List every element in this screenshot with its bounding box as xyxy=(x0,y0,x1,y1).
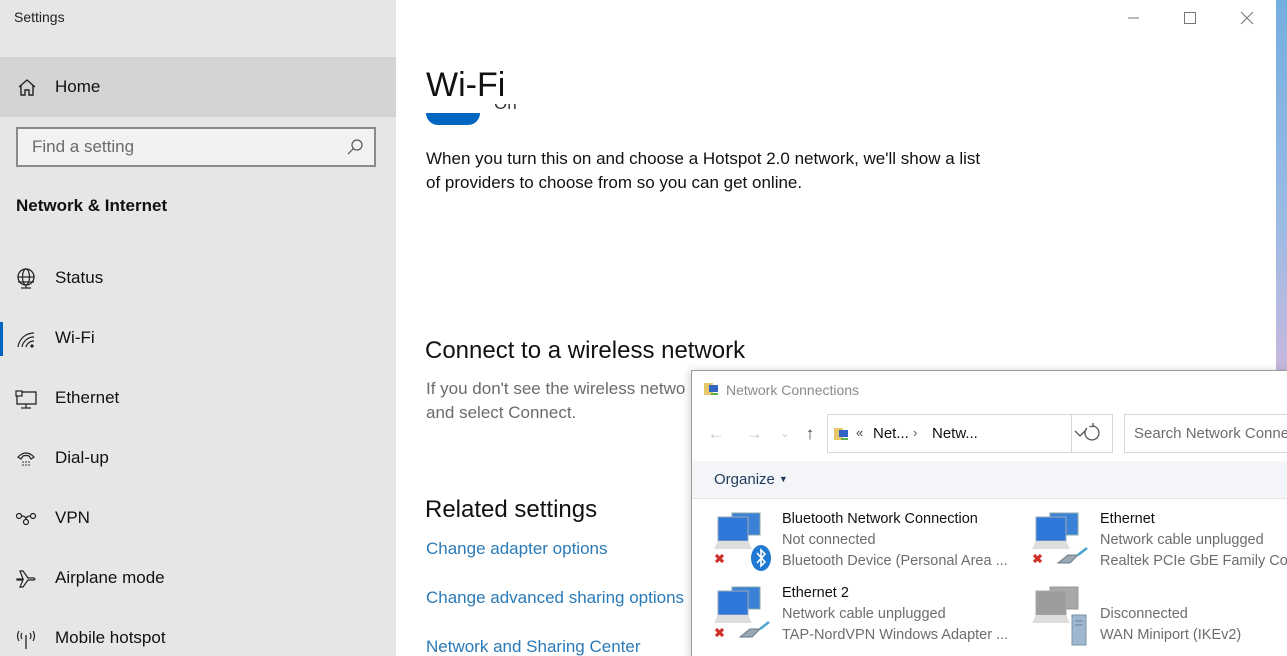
breadcrumb-item[interactable]: Netw... xyxy=(932,425,978,442)
organize-menu-button[interactable]: Organize ▼ xyxy=(714,471,788,488)
chevron-down-icon: ⌄ xyxy=(780,428,790,440)
sidebar-item-vpn[interactable]: VPN xyxy=(0,494,396,544)
arrow-right-icon: → xyxy=(745,424,763,443)
network-sharing-center-link[interactable]: Network and Sharing Center xyxy=(426,637,641,656)
network-adapter-ethernet-icon xyxy=(1032,512,1088,564)
connection-status: Network cable unplugged xyxy=(1100,532,1264,548)
airplane-icon xyxy=(16,570,36,588)
connection-name: Bluetooth Network Connection xyxy=(782,511,978,527)
hotspot-toggle-state: On xyxy=(494,104,517,118)
sidebar-home[interactable]: Home xyxy=(0,57,396,117)
sidebar-item-label: Dial-up xyxy=(55,448,109,467)
breadcrumb-separator-icon[interactable]: › xyxy=(913,425,917,440)
connection-device: Realtek PCIe GbE Family Controller xyxy=(1100,553,1287,569)
sidebar-item-status[interactable]: Status xyxy=(0,254,396,304)
sidebar-item-label: Wi-Fi xyxy=(55,328,95,347)
forward-button[interactable]: → xyxy=(743,423,765,445)
breadcrumb-overflow[interactable]: « xyxy=(856,425,863,440)
minimize-icon xyxy=(1128,17,1139,19)
maximize-button[interactable] xyxy=(1167,4,1213,32)
settings-sidebar: Settings Home Network & Internet xyxy=(0,0,396,656)
hotspot-icon xyxy=(16,630,36,649)
network-adapter-bluetooth-icon xyxy=(714,512,771,571)
change-advanced-sharing-link[interactable]: Change advanced sharing options xyxy=(426,588,684,608)
sidebar-item-wifi[interactable]: Wi-Fi xyxy=(0,314,396,364)
connection-name: Ethernet 2 xyxy=(782,585,849,601)
search-icon[interactable] xyxy=(346,138,364,156)
connection-status: Network cable unplugged xyxy=(782,606,946,622)
sidebar-item-mobile-hotspot[interactable]: Mobile hotspot xyxy=(0,614,396,656)
network-adapter-ethernet-icon xyxy=(714,586,770,638)
network-folder-icon xyxy=(834,428,848,440)
command-bar: Organize ▼ xyxy=(692,461,1287,499)
search-network-connections[interactable] xyxy=(1124,414,1287,453)
wifi-icon xyxy=(17,332,35,348)
recent-locations-button[interactable]: ⌄ xyxy=(774,423,796,445)
sidebar-item-label: VPN xyxy=(55,508,90,527)
connection-name: Ethernet xyxy=(1100,511,1155,527)
screen: Settings Home Network & Internet xyxy=(0,0,1287,656)
app-title: Settings xyxy=(14,9,65,25)
page-title: Wi-Fi xyxy=(426,66,506,104)
change-adapter-options-link[interactable]: Change adapter options xyxy=(426,539,607,559)
sidebar-item-label: Airplane mode xyxy=(55,568,165,587)
hotspot-toggle[interactable] xyxy=(426,113,480,125)
refresh-button[interactable] xyxy=(1071,414,1113,453)
connection-device: Bluetooth Device (Personal Area ... xyxy=(782,553,1008,569)
close-icon xyxy=(1240,11,1254,25)
connection-status: Disconnected xyxy=(1100,606,1188,622)
desktop-background xyxy=(1276,0,1287,370)
home-icon xyxy=(18,79,36,96)
hotspot-description: When you turn this on and choose a Hotsp… xyxy=(426,149,981,192)
up-button[interactable]: ↑ xyxy=(799,423,821,445)
minimize-button[interactable] xyxy=(1110,4,1156,32)
find-setting-input[interactable] xyxy=(18,129,338,165)
section-title: Network & Internet xyxy=(16,196,168,215)
sidebar-item-airplane-mode[interactable]: Airplane mode xyxy=(0,554,396,604)
arrow-up-icon: ↑ xyxy=(805,424,815,443)
search-network-connections-input[interactable] xyxy=(1125,415,1287,452)
network-folder-icon xyxy=(704,383,718,395)
window-title: Network Connections xyxy=(726,382,860,398)
related-settings-heading: Related settings xyxy=(425,496,598,523)
sidebar-item-label: Mobile hotspot xyxy=(55,628,166,647)
sidebar-item-dialup[interactable]: Dial-up xyxy=(0,434,396,484)
find-setting-search[interactable] xyxy=(16,127,376,167)
refresh-icon xyxy=(1084,423,1100,441)
connection-item[interactable]: Disconnected WAN Miniport (IKEv2) xyxy=(1032,585,1287,655)
dialup-phone-icon xyxy=(17,452,35,466)
connection-item[interactable]: Bluetooth Network Connection Not connect… xyxy=(714,511,1014,581)
sidebar-home-label: Home xyxy=(55,77,101,96)
close-button[interactable] xyxy=(1224,4,1270,32)
connection-status: Not connected xyxy=(782,532,876,548)
back-button[interactable]: ← xyxy=(705,423,727,445)
network-adapter-wan-icon xyxy=(1032,586,1087,646)
connection-device: TAP-NordVPN Windows Adapter ... xyxy=(782,627,1009,643)
connect-heading: Connect to a wireless network xyxy=(425,337,746,364)
caret-down-icon: ▼ xyxy=(778,474,788,484)
globe-icon xyxy=(17,268,35,289)
connection-item[interactable]: Ethernet 2 Network cable unplugged TAP-N… xyxy=(714,585,1014,655)
sidebar-item-ethernet[interactable]: Ethernet xyxy=(0,374,396,424)
ethernet-icon xyxy=(15,390,37,409)
arrow-left-icon: ← xyxy=(707,424,725,443)
connection-device: WAN Miniport (IKEv2) xyxy=(1100,627,1242,643)
maximize-icon xyxy=(1184,12,1196,24)
connection-item[interactable]: Ethernet Network cable unplugged Realtek… xyxy=(1032,511,1287,581)
breadcrumb-item[interactable]: Net... xyxy=(873,425,909,442)
sidebar-item-label: Ethernet xyxy=(55,388,120,407)
network-connections-window: Network Connections ← → ⌄ ↑ « Net... › N… xyxy=(691,370,1287,656)
vpn-icon xyxy=(15,512,37,526)
sidebar-item-label: Status xyxy=(55,268,104,287)
